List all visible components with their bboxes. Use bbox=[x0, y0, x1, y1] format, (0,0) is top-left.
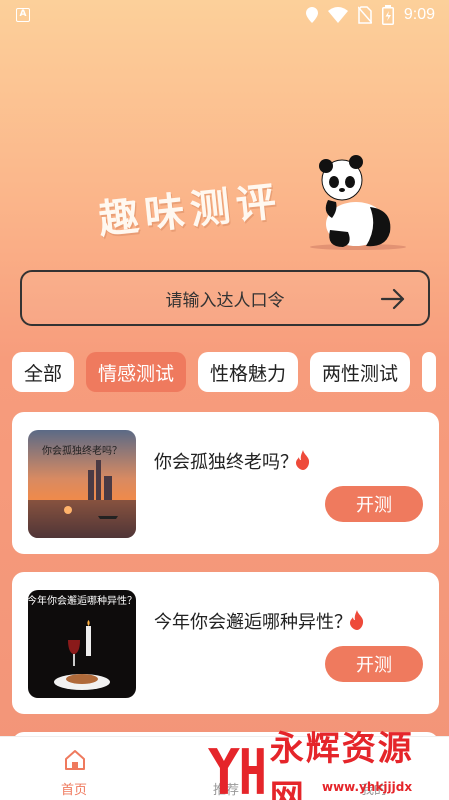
fire-icon bbox=[350, 610, 364, 630]
page-title: 趣味测评 bbox=[96, 178, 285, 244]
tab-gender-test[interactable]: 两性测试 bbox=[310, 352, 411, 392]
thumb-caption: 今年你会邂逅哪种异性？ bbox=[28, 594, 136, 607]
watermark-url: www.yhkjjjdx bbox=[322, 780, 413, 794]
location-icon bbox=[305, 7, 318, 23]
test-thumbnail: 今年你会邂逅哪种异性？ bbox=[28, 590, 136, 698]
test-card[interactable]: 你会孤独终老吗？ 你会孤独终老吗？ 开测 bbox=[12, 412, 439, 554]
test-thumbnail: 你会孤独终老吗？ bbox=[28, 430, 136, 538]
talent-code-input[interactable]: 请输入达人口令 bbox=[20, 270, 430, 326]
fire-icon bbox=[296, 450, 310, 470]
status-bar: A 9:09 bbox=[0, 0, 449, 32]
arrow-right-icon[interactable] bbox=[380, 286, 406, 312]
category-tabs: 全部 情感测试 性格魅力 两性测试 bbox=[12, 352, 437, 392]
watermark: 永辉资源网 www.yhkjjjdx bbox=[204, 729, 449, 800]
watermark-logo-icon bbox=[207, 748, 264, 794]
tab-all[interactable]: 全部 bbox=[12, 352, 75, 392]
nav-home[interactable]: 首页 bbox=[24, 737, 124, 800]
thumb-caption: 你会孤独终老吗？ bbox=[42, 444, 122, 457]
start-test-button[interactable]: 开测 bbox=[325, 486, 423, 522]
panda-illustration bbox=[310, 155, 406, 250]
tab-emotion-test[interactable]: 情感测试 bbox=[86, 352, 187, 392]
tab-more-partial[interactable] bbox=[422, 352, 437, 392]
tab-personality-charm[interactable]: 性格魅力 bbox=[198, 352, 299, 392]
battery-icon bbox=[381, 5, 394, 25]
nav-home-label: 首页 bbox=[60, 783, 87, 798]
home-icon bbox=[65, 750, 85, 770]
test-title: 今年你会邂逅哪种异性？ bbox=[154, 612, 352, 633]
no-sim-icon bbox=[357, 6, 372, 24]
clock: 9:09 bbox=[403, 6, 435, 23]
wifi-icon bbox=[327, 7, 348, 23]
code-input-placeholder: 请输入达人口令 bbox=[165, 290, 285, 311]
start-test-button[interactable]: 开测 bbox=[325, 646, 423, 682]
app-notification-icon: A bbox=[16, 8, 30, 22]
test-title: 你会孤独终老吗？ bbox=[154, 452, 298, 473]
test-card[interactable]: 今年你会邂逅哪种异性？ 今年你会邂逅哪种异性？ 开测 bbox=[12, 572, 439, 714]
